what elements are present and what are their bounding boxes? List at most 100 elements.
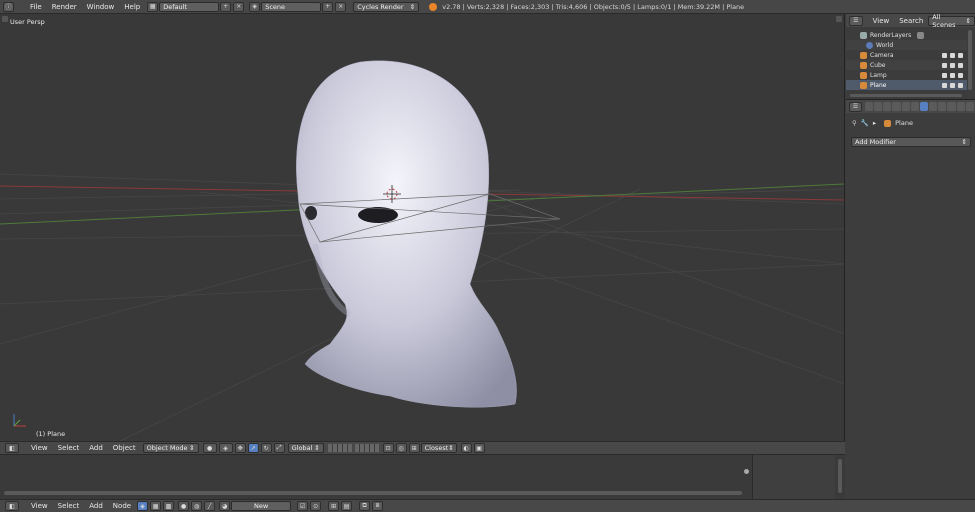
- menu-view[interactable]: View: [26, 444, 53, 452]
- render-tab-icon[interactable]: [864, 102, 874, 111]
- outliner-row-world[interactable]: World: [846, 40, 967, 50]
- texture-tree-icon[interactable]: ▩: [163, 501, 175, 511]
- outliner-header: ☰ View Search All Scenes ⇕: [846, 13, 975, 29]
- camera-icon[interactable]: ▣: [473, 443, 485, 453]
- scene-tab-icon[interactable]: [883, 102, 892, 111]
- rotate-icon[interactable]: ↻: [260, 443, 272, 453]
- node-editor-scroll-knob[interactable]: [744, 469, 749, 474]
- pin-icon[interactable]: ⊙: [310, 501, 322, 511]
- object-shader-icon[interactable]: ●: [178, 501, 190, 511]
- render-layers-tab-icon[interactable]: [874, 102, 883, 111]
- backdrop-icon[interactable]: ▤: [341, 501, 353, 511]
- 3d-viewport[interactable]: User Persp (1) Plane: [0, 14, 845, 441]
- editor-type-icon[interactable]: ⓘ: [3, 1, 14, 12]
- lock-icon[interactable]: ⊡: [382, 443, 394, 453]
- world-shader-icon[interactable]: ◍: [191, 501, 203, 511]
- modifiers-tab-icon[interactable]: [919, 102, 929, 111]
- visibility-toggles[interactable]: [942, 72, 963, 78]
- outliner-row-camera[interactable]: Camera: [846, 50, 967, 60]
- new-material-button[interactable]: New: [231, 501, 292, 511]
- add-modifier-dropdown[interactable]: Add Modifier ⇕: [851, 137, 971, 147]
- horizontal-scrollbar[interactable]: [4, 491, 742, 495]
- texture-tab-icon[interactable]: [947, 102, 956, 111]
- visibility-toggles[interactable]: [942, 52, 963, 58]
- world-tab-icon[interactable]: [892, 102, 901, 111]
- object-icon: [884, 119, 892, 127]
- render-engine-dropdown[interactable]: Cycles Render ⇕: [353, 1, 420, 12]
- linestyle-icon[interactable]: ╱: [204, 501, 216, 511]
- remove-scene-icon[interactable]: ×: [335, 1, 347, 12]
- render-layer-toggle-icon[interactable]: [917, 31, 925, 39]
- snap-node-icon[interactable]: ⊞: [328, 501, 340, 511]
- layer-buttons[interactable]: [354, 444, 379, 452]
- physics-tab-icon[interactable]: [965, 102, 974, 111]
- menu-select[interactable]: Select: [53, 444, 85, 452]
- scene-field[interactable]: Scene: [261, 1, 322, 12]
- 3d-view-header: ◧ View Select Add Object Object Mode ⇕ ●…: [0, 441, 845, 454]
- menu-file[interactable]: File: [25, 3, 47, 11]
- outliner-row-lamp[interactable]: Lamp: [846, 70, 967, 80]
- orientation-dropdown[interactable]: Global ⇕: [287, 443, 324, 453]
- use-nodes-icon[interactable]: ☑: [297, 501, 309, 511]
- outliner[interactable]: ☰ View Search All Scenes ⇕ RenderLayers …: [846, 13, 975, 100]
- outliner-row-label: Lamp: [870, 71, 887, 79]
- mode-dropdown[interactable]: Object Mode ⇕: [142, 443, 199, 453]
- manipulator-icon[interactable]: ✥: [234, 443, 246, 453]
- menu-help[interactable]: Help: [119, 3, 145, 11]
- menu-add[interactable]: Add: [84, 502, 108, 510]
- snap-icon[interactable]: ⊞: [408, 443, 420, 453]
- translate-icon[interactable]: ↗: [247, 443, 259, 453]
- editor-type-icon[interactable]: ◧: [5, 443, 19, 453]
- shading-icon[interactable]: ●: [202, 443, 217, 453]
- outliner-row-renderlayers[interactable]: RenderLayers: [846, 30, 967, 40]
- remove-layout-icon[interactable]: ×: [233, 1, 245, 12]
- snap-target-dropdown[interactable]: Closest ⇕: [420, 443, 457, 453]
- material-tab-icon[interactable]: [938, 102, 947, 111]
- editor-type-icon[interactable]: ☰: [849, 101, 862, 112]
- screen-layout-field[interactable]: Default: [159, 1, 220, 12]
- chevron-down-icon: ⇕: [961, 138, 967, 146]
- render-preview-icon[interactable]: ◐: [460, 443, 472, 453]
- editor-type-icon[interactable]: ◧: [5, 501, 19, 511]
- pin-icon[interactable]: ⚲: [852, 119, 857, 127]
- outliner-row-plane[interactable]: Plane: [846, 80, 967, 90]
- layout-icon[interactable]: ▦: [147, 1, 159, 12]
- menu-object[interactable]: Object: [108, 444, 141, 452]
- data-tab-icon[interactable]: [929, 102, 938, 111]
- display-mode-dropdown[interactable]: All Scenes ⇕: [928, 13, 975, 29]
- layer-buttons[interactable]: [327, 444, 352, 452]
- outliner-view-menu[interactable]: View: [868, 17, 895, 25]
- menu-view[interactable]: View: [26, 502, 53, 510]
- shader-tree-icon[interactable]: ◈: [137, 501, 149, 511]
- constraints-tab-icon[interactable]: [910, 102, 919, 111]
- outliner-scrollbar[interactable]: [968, 30, 972, 90]
- viewport-label: User Persp: [10, 18, 45, 26]
- object-tab-icon[interactable]: [901, 102, 910, 111]
- material-icon[interactable]: ◕: [219, 501, 231, 511]
- menu-render[interactable]: Render: [47, 3, 82, 11]
- menu-select[interactable]: Select: [53, 502, 85, 510]
- copy-icon[interactable]: ⧉: [359, 501, 371, 511]
- compositing-tree-icon[interactable]: ▦: [150, 501, 162, 511]
- viewport-corner-icon[interactable]: [836, 16, 842, 22]
- vertical-scrollbar[interactable]: [838, 459, 842, 493]
- node-editor-area[interactable]: [0, 454, 845, 500]
- proportional-icon[interactable]: ◎: [395, 443, 407, 453]
- editor-type-icon[interactable]: ☰: [849, 15, 863, 26]
- outliner-hscrollbar[interactable]: [850, 94, 962, 97]
- add-scene-icon[interactable]: +: [322, 1, 334, 12]
- add-layout-icon[interactable]: +: [220, 1, 232, 12]
- viewport-corner-icon[interactable]: [2, 16, 8, 22]
- outliner-row-cube[interactable]: Cube: [846, 60, 967, 70]
- visibility-toggles[interactable]: [942, 82, 963, 88]
- scene-icon[interactable]: ◈: [249, 1, 261, 12]
- outliner-search-menu[interactable]: Search: [894, 17, 928, 25]
- menu-node[interactable]: Node: [108, 502, 136, 510]
- visibility-toggles[interactable]: [942, 62, 963, 68]
- menu-window[interactable]: Window: [82, 3, 120, 11]
- pivot-icon[interactable]: ◈: [218, 443, 233, 453]
- scale-icon[interactable]: ⤢: [273, 443, 285, 453]
- paste-icon[interactable]: ⧈: [372, 501, 384, 511]
- menu-add[interactable]: Add: [84, 444, 108, 452]
- particles-tab-icon[interactable]: [956, 102, 965, 111]
